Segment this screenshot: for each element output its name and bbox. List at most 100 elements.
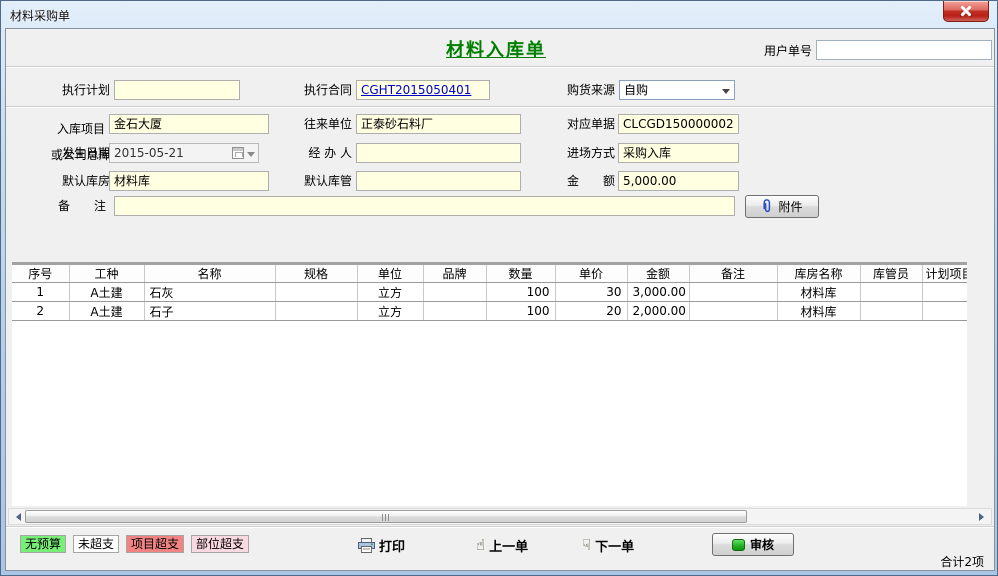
column-header[interactable]: 金额: [627, 265, 689, 283]
column-header[interactable]: 数量: [486, 265, 555, 283]
column-header[interactable]: 备注: [689, 265, 777, 283]
audit-green-icon: [732, 539, 745, 551]
budget-badges: 无预算未超支项目超支部位超支: [20, 535, 249, 553]
exec-contract-link[interactable]: CGHT2015050401: [361, 83, 471, 97]
items-grid: 序号工种名称规格单位品牌数量单价金额备注库房名称库管员计划项目 1A土建石灰立方…: [12, 262, 967, 506]
warehouse-input[interactable]: 材料库: [109, 171, 269, 191]
scrollbar-thumb[interactable]: [25, 510, 747, 523]
close-button[interactable]: [943, 1, 989, 22]
column-header[interactable]: 库管员: [860, 265, 922, 283]
source-label: 购货来源: [557, 80, 615, 100]
paperclip-icon: [761, 199, 773, 214]
table-cell: 2: [12, 302, 69, 321]
table-cell: [922, 302, 967, 321]
table-cell: 3,000.00: [627, 283, 689, 302]
exec-plan-input[interactable]: [114, 80, 240, 100]
table-cell: 100: [486, 283, 555, 302]
page-title: 材料入库单: [406, 36, 586, 62]
column-header[interactable]: 工种: [69, 265, 144, 283]
exec-plan-label: 执行计划: [50, 80, 110, 100]
source-select[interactable]: 自购: [619, 80, 735, 100]
column-header[interactable]: 品牌: [423, 265, 486, 283]
table-cell: A土建: [69, 302, 144, 321]
close-icon: [961, 6, 972, 17]
supplier-input[interactable]: 正泰砂石料厂: [356, 114, 521, 134]
warehouse-label: 默认库房: [50, 171, 110, 191]
handler-label: 经 办 人: [294, 143, 352, 163]
table-cell: [423, 283, 486, 302]
table-cell: 立方: [357, 302, 423, 321]
date-dropdown-icon[interactable]: [247, 152, 255, 161]
arrow-left-icon: [12, 513, 21, 521]
ref-doc-input[interactable]: CLCGD150000002: [618, 114, 739, 134]
exec-contract-input: CGHT2015050401: [356, 80, 490, 100]
user-no-input[interactable]: [816, 40, 992, 60]
hand-down-icon: [582, 536, 591, 554]
print-button[interactable]: 打印: [358, 535, 405, 555]
window: 材料采购单 材料入库单 用户单号 执行计划 执行合同 CGHT201505040…: [0, 0, 998, 576]
table-cell: [275, 302, 357, 321]
column-header[interactable]: 库房名称: [777, 265, 860, 283]
table-cell: [275, 283, 357, 302]
scroll-right-button[interactable]: [976, 509, 991, 524]
table-row[interactable]: 1A土建石灰立方100303,000.00材料库: [12, 283, 967, 302]
scrollbar-grip-icon: [382, 514, 390, 521]
table-cell: A土建: [69, 283, 144, 302]
next-record-label: 下一单: [595, 536, 634, 555]
total-count-label: 合计2项: [940, 553, 984, 570]
window-title: 材料采购单: [10, 7, 70, 24]
project-input[interactable]: 金石大厦: [109, 114, 269, 134]
column-header[interactable]: 单价: [555, 265, 627, 283]
keeper-input[interactable]: [356, 171, 521, 191]
column-header[interactable]: 名称: [144, 265, 275, 283]
previous-record-button[interactable]: 上一单: [476, 535, 528, 555]
table-cell: 石灰: [144, 283, 275, 302]
table-cell: 100: [486, 302, 555, 321]
remark-input[interactable]: [114, 196, 735, 216]
horizontal-scrollbar[interactable]: [8, 508, 992, 525]
table-cell: [860, 283, 922, 302]
date-label: 发生日期: [50, 143, 110, 163]
status-badge: 部位超支: [191, 535, 249, 553]
table-cell: 20: [555, 302, 627, 321]
hand-up-icon: [476, 536, 485, 554]
table-cell: [689, 283, 777, 302]
table-cell: 2,000.00: [627, 302, 689, 321]
column-header[interactable]: 序号: [12, 265, 69, 283]
attachment-button[interactable]: 附件: [745, 195, 819, 218]
date-input[interactable]: 2015-05-21: [109, 143, 259, 163]
entry-mode-label: 进场方式: [557, 143, 615, 163]
calendar-icon[interactable]: [232, 147, 244, 159]
exec-contract-label: 执行合同: [294, 80, 352, 100]
table-row[interactable]: 2A土建石子立方100202,000.00材料库: [12, 302, 967, 321]
audit-button[interactable]: 审核: [712, 533, 794, 556]
table-cell: [860, 302, 922, 321]
column-header[interactable]: 规格: [275, 265, 357, 283]
scroll-left-button[interactable]: [9, 509, 24, 524]
keeper-label: 默认库管: [294, 171, 352, 191]
entry-mode-input[interactable]: 采购入库: [618, 143, 739, 163]
table-cell: 石子: [144, 302, 275, 321]
column-header[interactable]: 计划项目: [922, 265, 967, 283]
arrow-right-icon: [979, 513, 988, 521]
supplier-label: 往来单位: [294, 114, 352, 134]
form-panel: 材料入库单 用户单号 执行计划 执行合同 CGHT2015050401 购货来源…: [5, 28, 995, 571]
print-button-label: 打印: [379, 536, 405, 555]
status-badge: 未超支: [73, 535, 119, 553]
table-cell: [423, 302, 486, 321]
status-badge: 无预算: [20, 535, 66, 553]
ref-doc-label: 对应单据: [557, 114, 615, 134]
divider: [6, 106, 994, 108]
user-no-label: 用户单号: [752, 41, 812, 61]
remark-label: 备 注: [46, 196, 106, 216]
amount-input[interactable]: 5,000.00: [618, 171, 739, 191]
column-header[interactable]: 单位: [357, 265, 423, 283]
table-cell: 材料库: [777, 283, 860, 302]
table-header-row: 序号工种名称规格单位品牌数量单价金额备注库房名称库管员计划项目: [12, 265, 967, 283]
date-value: 2015-05-21: [114, 146, 184, 160]
table-cell: [689, 302, 777, 321]
table-cell: 立方: [357, 283, 423, 302]
previous-record-label: 上一单: [489, 536, 528, 555]
handler-input[interactable]: [356, 143, 521, 163]
next-record-button[interactable]: 下一单: [582, 535, 634, 555]
